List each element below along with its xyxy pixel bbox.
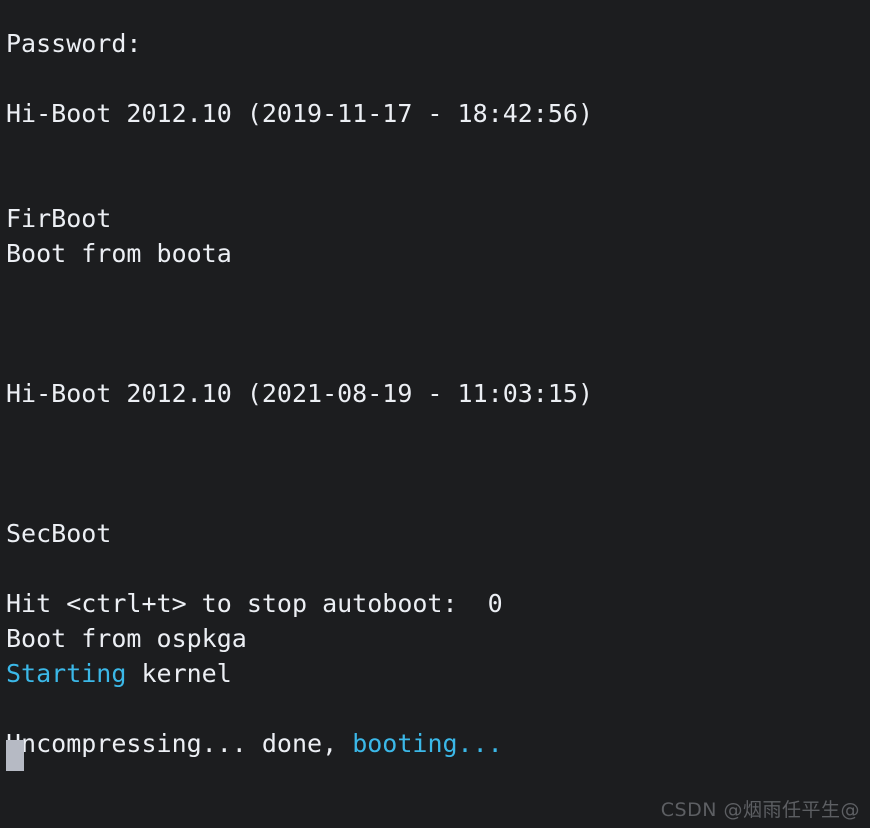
- terminal-line-blank-1: [6, 61, 866, 96]
- terminal-line-hiboot-version-2: Hi-Boot 2012.10 (2021-08-19 - 11:03:15): [6, 376, 866, 411]
- terminal-cursor: [6, 740, 24, 771]
- terminal-line-blank-3: [6, 166, 866, 201]
- terminal-text-segment: SecBoot: [6, 519, 112, 548]
- terminal-line-blank-8: [6, 446, 866, 481]
- terminal-text-segment: Boot from ospkga: [6, 624, 247, 653]
- terminal-line-secboot-label: SecBoot: [6, 516, 866, 551]
- terminal-text-segment: FirBoot: [6, 204, 112, 233]
- terminal-line-blank-5: [6, 306, 866, 341]
- terminal-line-boot-from-boota: Boot from boota: [6, 236, 866, 271]
- terminal-text-segment: kernel: [126, 659, 232, 688]
- terminal-output: Password: Hi-Boot 2012.10 (2019-11-17 - …: [6, 26, 866, 761]
- terminal-line-firboot-label: FirBoot: [6, 201, 866, 236]
- terminal-text-segment: booting...: [352, 729, 503, 758]
- terminal-text-segment: Hi-Boot 2012.10 (2019-11-17 - 18:42:56): [6, 99, 593, 128]
- terminal-text-segment: Hit <ctrl+t> to stop autoboot: 0: [6, 589, 503, 618]
- terminal-line-password-prompt: Password:: [6, 26, 866, 61]
- terminal-line-autoboot-prompt: Hit <ctrl+t> to stop autoboot: 0: [6, 586, 866, 621]
- terminal-text-segment: Hi-Boot 2012.10 (2021-08-19 - 11:03:15): [6, 379, 593, 408]
- terminal-line-starting-kernel: Starting kernel: [6, 656, 866, 691]
- terminal-line-blank-10: [6, 551, 866, 586]
- terminal-text-segment: Boot from boota: [6, 239, 232, 268]
- terminal-screen: Password: Hi-Boot 2012.10 (2019-11-17 - …: [0, 0, 870, 828]
- terminal-text-segment: Password:: [6, 29, 142, 58]
- csdn-watermark: CSDN @烟雨任平生@: [660, 799, 860, 821]
- terminal-line-blank-11: [6, 691, 866, 726]
- terminal-line-blank-4: [6, 271, 866, 306]
- terminal-line-boot-from-ospkga: Boot from ospkga: [6, 621, 866, 656]
- terminal-line-blank-9: [6, 481, 866, 516]
- terminal-text-segment: Starting: [6, 659, 127, 688]
- terminal-line-blank-2: [6, 131, 866, 166]
- terminal-line-blank-6: [6, 341, 866, 376]
- terminal-line-blank-7: [6, 411, 866, 446]
- terminal-line-uncompressing-booting: Uncompressing... done, booting...: [6, 726, 866, 761]
- terminal-line-hiboot-version-1: Hi-Boot 2012.10 (2019-11-17 - 18:42:56): [6, 96, 866, 131]
- terminal-text-segment: Uncompressing... done,: [6, 729, 353, 758]
